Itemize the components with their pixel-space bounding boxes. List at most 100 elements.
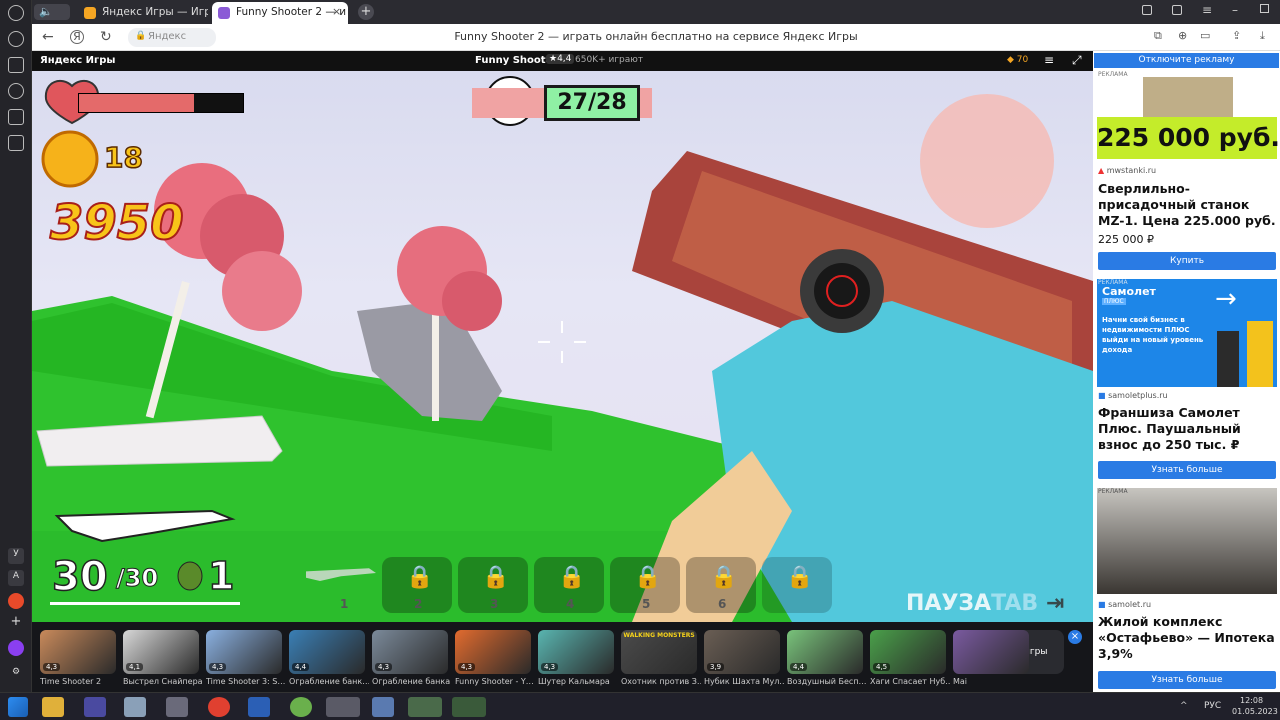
game-name[interactable]: Хаги Спасает Нуб… <box>870 677 950 686</box>
play-icon[interactable] <box>8 83 24 99</box>
game-name[interactable]: Time Shooter 2 <box>40 677 120 686</box>
weapon-slot-6[interactable]: 🔒 6 <box>686 557 756 613</box>
game-tile[interactable]: WALKING MONSTERS <box>621 630 697 674</box>
game-name[interactable]: Ограбление банка <box>372 677 452 686</box>
coin-counter[interactable]: ◆ 70 <box>1007 55 1028 65</box>
yandex-home-icon[interactable]: Я <box>70 30 84 44</box>
game-tile[interactable]: 4,3 <box>455 630 531 674</box>
yandex-icon[interactable] <box>8 593 24 609</box>
game-name[interactable]: Ограбление банк… <box>289 677 369 686</box>
game-tile[interactable]: 4,4 <box>787 630 863 674</box>
game-name[interactable]: Нубик Шахта Мул… <box>704 677 784 686</box>
translate-icon[interactable]: ⧉ <box>1154 29 1162 43</box>
game-menu-icon[interactable]: ≡ <box>1044 53 1054 67</box>
game-name[interactable]: Маі <box>953 677 1033 686</box>
game-tile[interactable]: 4,5 <box>870 630 946 674</box>
buy-button[interactable]: Купить <box>1098 252 1276 270</box>
weapon-slot-1[interactable]: 1 <box>304 557 380 613</box>
history-icon[interactable] <box>8 31 24 47</box>
yandex-games-brand[interactable]: Яндекс Игры <box>40 55 115 66</box>
tab-funny-shooter[interactable]: Funny Shooter 2 — и <box>212 2 348 24</box>
tabs-count-icon[interactable] <box>8 109 24 125</box>
reload-icon[interactable]: ↻ <box>100 29 112 45</box>
url-field[interactable]: 🔒 Яндекс <box>128 28 216 47</box>
share-icon[interactable]: ⇪ <box>1232 29 1241 42</box>
weapon-slot-4[interactable]: 🔒 4 <box>534 557 604 613</box>
bookmarks-icon[interactable] <box>1172 5 1182 15</box>
tab-yandex-games[interactable]: Яндекс Игры — Игры онл <box>78 2 208 24</box>
visual-studio-icon[interactable] <box>84 697 106 717</box>
game-tile[interactable]: 3,9 <box>704 630 780 674</box>
tab-label: Funny Shooter 2 — и <box>236 6 347 18</box>
collections-icon[interactable] <box>8 57 24 73</box>
alice-icon[interactable] <box>8 640 24 656</box>
game-name[interactable]: Шутер Кальмара <box>538 677 618 686</box>
clock-date[interactable]: 01.05.2023 <box>1232 707 1278 716</box>
pause-button[interactable]: ПАУЗАTAB ⇥ <box>906 591 1064 616</box>
price-banner: 225 000 руб. <box>1097 117 1280 159</box>
sidebar-letter-u[interactable]: У <box>8 548 24 564</box>
clock-time[interactable]: 12:08 <box>1240 696 1263 705</box>
sidebar-letter-a[interactable]: A <box>8 570 24 586</box>
weapon-slot-2[interactable]: 🔒 2 <box>382 557 452 613</box>
game-name[interactable]: Funny Shooter - Y… <box>455 677 535 686</box>
notepad-icon[interactable] <box>124 697 146 717</box>
weapon-slot-5[interactable]: 🔒 5 <box>610 557 680 613</box>
browser-taskbar-icon[interactable] <box>326 697 360 717</box>
game-name[interactable]: Выстрел Снайпера <box>123 677 203 686</box>
learn-more-button[interactable]: Узнать больше <box>1098 461 1276 479</box>
learn-more-button[interactable]: Узнать больше <box>1098 671 1276 689</box>
paint-icon[interactable] <box>290 697 312 717</box>
camtasia-icon[interactable] <box>408 697 442 717</box>
tabs-menu-icon[interactable] <box>1142 5 1152 15</box>
network-app-icon[interactable] <box>372 697 394 717</box>
weapon-slot-7[interactable]: 🔒 <box>762 557 832 613</box>
profile-icon[interactable] <box>8 5 24 21</box>
ad-card-2[interactable]: РЕКЛАМА Самолет ПЛЮС Начни свой бизнес в… <box>1097 279 1277 479</box>
game-tile[interactable]: 4,3 <box>40 630 116 674</box>
tab-audio-toggle[interactable]: 🔈 <box>34 4 70 20</box>
camtasia-recorder-icon[interactable] <box>452 697 486 717</box>
ad-card-3[interactable]: РЕКЛАМА ■ samolet.ru Жилой комплекс «Ост… <box>1097 488 1277 689</box>
menu-icon[interactable]: ≡ <box>1202 3 1212 17</box>
game-tile[interactable]: 4,3 <box>372 630 448 674</box>
game-tile[interactable]: 4,3 <box>206 630 282 674</box>
game-name[interactable]: Time Shooter 3: S… <box>206 677 286 686</box>
yandex-app-icon[interactable] <box>208 697 230 717</box>
ad-card-1[interactable]: РЕКЛАМА 225 000 руб. ▲ mwstanki.ru Сверл… <box>1097 71 1280 271</box>
tray-chevron-icon[interactable]: ^ <box>1180 701 1188 711</box>
radar <box>920 94 1054 228</box>
game-tile[interactable]: 4,1 <box>123 630 199 674</box>
weapon-slot-3[interactable]: 🔒 3 <box>458 557 528 613</box>
calculator-icon[interactable] <box>166 697 188 717</box>
game-viewport[interactable]: 18 3950 27/28 30 /30 1 1 🔒 2 🔒 3 🔒 4 🔒 5… <box>32 71 1093 622</box>
tab-close-icon[interactable]: × <box>332 5 341 18</box>
health-fill <box>79 94 194 112</box>
game-name[interactable]: Воздушный Бесп… <box>787 677 867 686</box>
download-icon[interactable]: ⤓ <box>1260 29 1265 43</box>
game-name[interactable]: Охотник против З… <box>621 677 701 686</box>
ad-title: Жилой комплекс «Остафьево» — Ипотека 3,9… <box>1098 614 1275 661</box>
media-icon[interactable] <box>8 135 24 151</box>
file-explorer-icon[interactable] <box>42 697 64 717</box>
minimize-icon[interactable]: – <box>1232 3 1238 17</box>
game-tile[interactable] <box>953 630 1029 674</box>
language-indicator[interactable]: РУС <box>1204 701 1221 711</box>
new-tab-icon[interactable]: + <box>358 4 374 20</box>
word-icon[interactable] <box>248 697 270 717</box>
windows-start-icon[interactable] <box>8 697 28 717</box>
tile-rating: 4,3 <box>458 663 476 671</box>
sidebar-settings-icon[interactable]: ⚙ <box>8 666 24 682</box>
ad-domain: ■ samolet.ru <box>1098 600 1152 609</box>
extensions-icon[interactable]: ⊕ <box>1178 29 1187 42</box>
maximize-icon[interactable] <box>1260 4 1269 13</box>
game-tile[interactable]: 4,3 <box>538 630 614 674</box>
close-strip-icon[interactable]: × <box>1068 630 1082 644</box>
sidebar-toggle-icon[interactable]: ▭ <box>1200 29 1210 42</box>
add-icon[interactable]: + <box>8 615 24 631</box>
fullscreen-icon[interactable]: ⤢ <box>1072 53 1082 68</box>
disable-ads-button[interactable]: Отключите рекламу <box>1094 53 1279 68</box>
back-icon[interactable]: ← <box>42 29 54 45</box>
ammo-current: 30 <box>51 553 108 601</box>
game-tile[interactable]: 4,4 <box>289 630 365 674</box>
